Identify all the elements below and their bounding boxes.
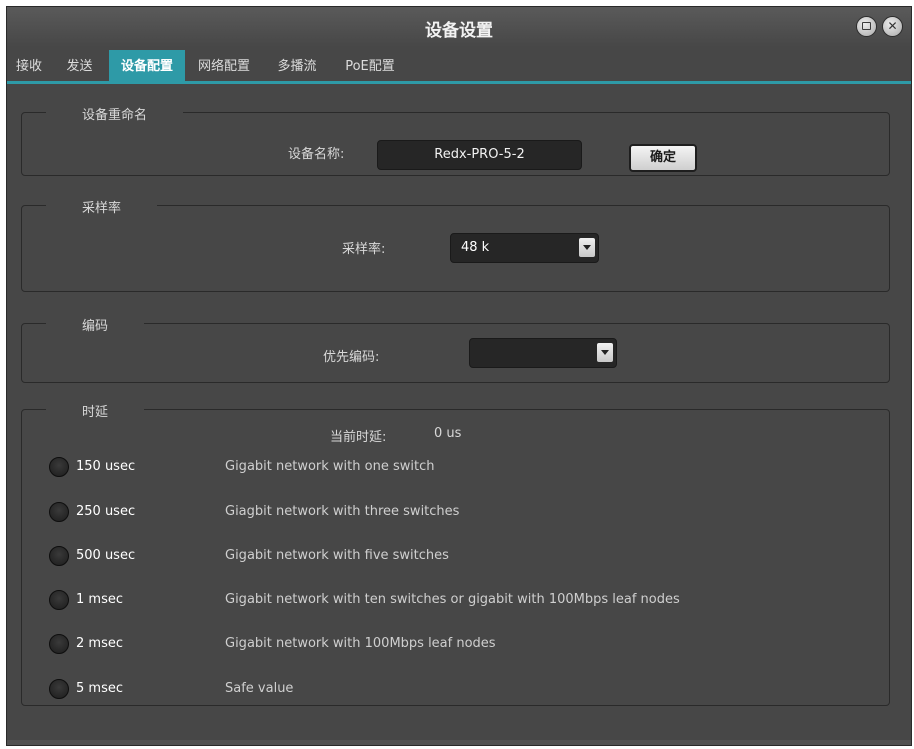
latency-option-desc: Safe value <box>225 681 294 696</box>
current-latency-label: 当前时延: <box>330 430 387 445</box>
latency-option-desc: Gigabit network with ten switches or gig… <box>225 592 680 607</box>
latency-option-label: 2 msec <box>76 636 123 651</box>
window-title: 设备设置 <box>425 21 493 41</box>
preferred-encoding-select[interactable] <box>469 338 617 368</box>
tab-underline <box>7 81 911 84</box>
latency-option-label: 1 msec <box>76 592 123 607</box>
encoding-group: 编码 优先编码: <box>21 315 890 383</box>
current-latency-value: 0 us <box>434 426 462 441</box>
sample-rate-label: 采样率: <box>342 242 386 257</box>
close-icon: ✕ <box>887 19 898 33</box>
device-name-input[interactable]: Redx-PRO-5-2 <box>377 140 582 170</box>
sample-rate-select[interactable]: 48 k <box>450 233 599 263</box>
latency-group: 时延 当前时延: 0 us 150 usec Gigabit network w… <box>21 401 890 706</box>
latency-radio-150usec[interactable] <box>49 457 69 477</box>
preferred-encoding-label: 优先编码: <box>323 350 380 365</box>
latency-radio-1msec[interactable] <box>49 590 69 610</box>
latency-option-desc: Giagbit network with three switches <box>225 504 460 519</box>
latency-title: 时延 <box>46 401 145 420</box>
latency-option-desc: Gigabit network with five switches <box>225 548 449 563</box>
maximize-button[interactable] <box>856 16 877 37</box>
latency-option-label: 5 msec <box>76 681 123 696</box>
device-settings-window: 设备设置 ✕ 接收 发送 设备配置 网络配置 多播流 PoE配置 设备重命名 设… <box>6 6 912 746</box>
tab-multicast-stream[interactable]: 多播流 <box>269 50 325 83</box>
tab-poe-config[interactable]: PoE配置 <box>340 50 400 83</box>
latency-option-label: 250 usec <box>76 504 136 519</box>
tab-receive[interactable]: 接收 <box>9 50 49 83</box>
latency-option-desc: Gigabit network with one switch <box>225 459 435 474</box>
confirm-button[interactable]: 确定 <box>629 144 697 172</box>
sample-rate-title: 采样率 <box>46 197 158 216</box>
latency-radio-250usec[interactable] <box>49 502 69 522</box>
device-rename-group: 设备重命名 设备名称: Redx-PRO-5-2 确定 <box>21 104 890 176</box>
tab-device-config[interactable]: 设备配置 <box>109 50 185 83</box>
encoding-title: 编码 <box>46 315 145 334</box>
tab-send[interactable]: 发送 <box>56 50 103 83</box>
close-button[interactable]: ✕ <box>882 16 903 37</box>
tab-bar: 接收 发送 设备配置 网络配置 多播流 PoE配置 <box>7 50 911 84</box>
sample-rate-value: 48 k <box>461 240 490 255</box>
sample-rate-group: 采样率 采样率: 48 k <box>21 197 890 292</box>
latency-option-label: 150 usec <box>76 459 136 474</box>
maximize-icon <box>862 21 871 30</box>
title-bar[interactable]: 设备设置 ✕ <box>7 7 911 47</box>
device-name-label: 设备名称: <box>288 147 345 162</box>
window-bottom-bar <box>7 740 911 745</box>
latency-radio-5msec[interactable] <box>49 679 69 699</box>
dropdown-arrow-icon <box>579 238 595 257</box>
latency-radio-500usec[interactable] <box>49 546 69 566</box>
device-rename-title: 设备重命名 <box>46 104 184 123</box>
tab-network-config[interactable]: 网络配置 <box>191 50 257 83</box>
latency-option-label: 500 usec <box>76 548 136 563</box>
dropdown-arrow-icon <box>597 343 613 362</box>
latency-radio-2msec[interactable] <box>49 634 69 654</box>
latency-option-desc: Gigabit network with 100Mbps leaf nodes <box>225 636 496 651</box>
